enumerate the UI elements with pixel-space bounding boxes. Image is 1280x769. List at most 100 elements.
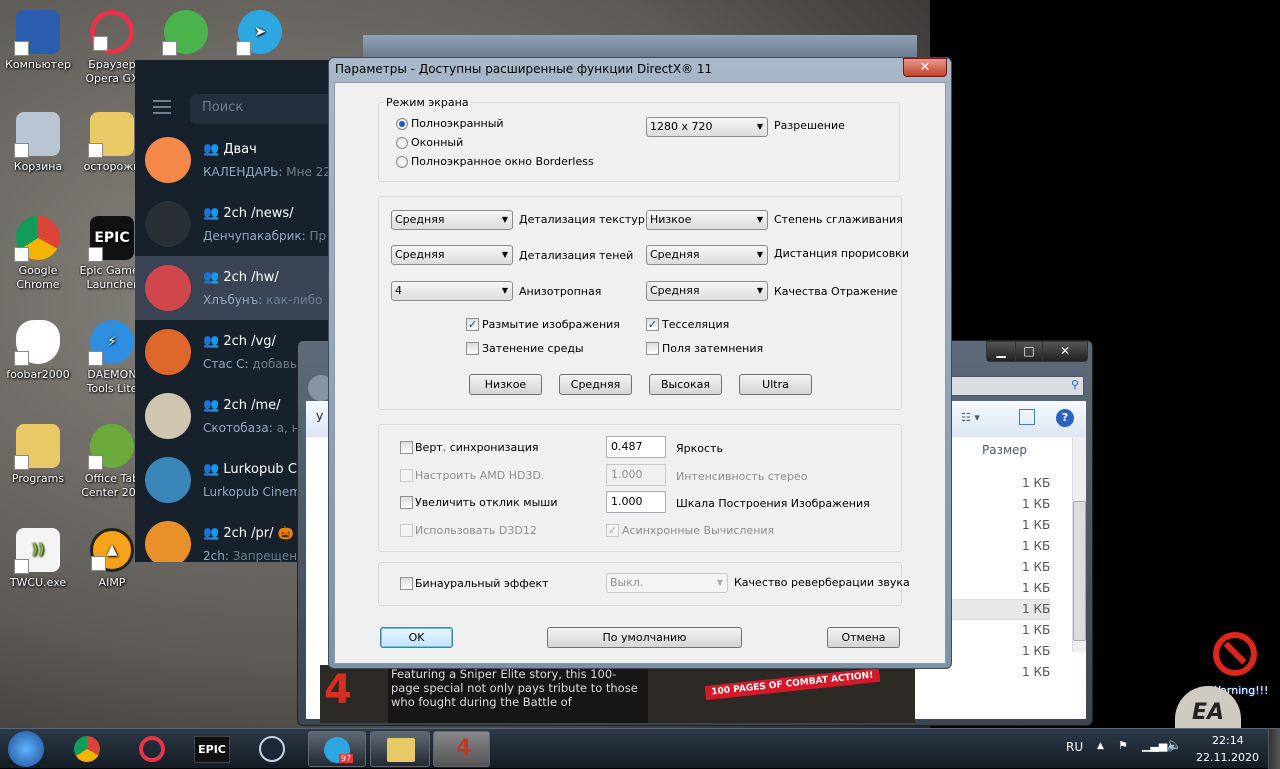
group-icon: 👥 [203,334,224,349]
render-scale-input[interactable]: 1.000 [606,491,666,513]
taskbar-epic[interactable]: EPIC [192,733,232,765]
chat-preview: как-либо [266,293,323,307]
desktop-icon-game[interactable] [148,10,224,58]
taskbar-chrome[interactable] [67,733,107,765]
chat-avatar [145,393,191,439]
chat-avatar [145,265,191,311]
desktop-icon-foobar[interactable]: foobar2000 [0,320,76,382]
draw-distance-dropdown[interactable]: Средняя [646,245,768,265]
binaural-checkbox[interactable] [400,577,413,590]
close-button[interactable]: ✕ [1042,341,1088,362]
chat-avatar [145,521,191,562]
amd-hd3d-checkbox[interactable] [400,469,413,482]
reflection-dropdown[interactable]: Средняя [646,281,768,301]
ok-button[interactable]: OK [380,627,453,648]
radio-windowed[interactable] [396,137,408,149]
group-icon: 👥 [203,142,224,157]
antialiasing-dropdown[interactable]: Низкое [646,210,768,230]
desktop-icon-programs[interactable]: Programs [0,424,76,486]
chat-item[interactable]: 👥 2ch /hw/ Хлъбунъ: как-либо [135,256,335,320]
chat-item[interactable]: 👥 2ch /news/ Денчупакабрик: Пр [135,192,335,256]
network-signal-icon[interactable]: ▁▃▅ [1142,739,1167,752]
taskbar-explorer[interactable] [370,731,430,767]
async-compute-checkbox[interactable]: ✓ [606,524,619,537]
game-banner: 4 Featuring a Sniper Elite story, this 1… [320,665,915,723]
chat-preview: Пр [309,229,327,243]
texture-dropdown[interactable]: Средняя [391,210,513,230]
aimp-icon: ▲ [90,528,134,572]
language-indicator[interactable]: RU [1066,740,1083,754]
cancel-button[interactable]: Отмена [827,627,900,648]
group-icon: 👥 [203,526,224,541]
preview-pane-icon[interactable] [1019,409,1035,425]
chat-name: 2ch /pr/ 🎃 [223,526,294,541]
file-size: 1 КБ [1022,644,1051,658]
chat-avatar [145,201,191,247]
taskbar-opera[interactable] [132,733,172,765]
column-header-size[interactable]: Размер [982,443,1027,457]
epic-icon: EPIC [194,735,230,763]
minimize-button[interactable]: ▁ [986,341,1016,362]
maximize-button[interactable]: □ [1015,341,1043,362]
computer-icon [14,10,60,56]
chat-item[interactable]: 👥 Двач КАЛЕНДАРЬ: Мне 22 [135,128,335,192]
foobar-icon [14,320,60,366]
screen-mode-legend: Режим экрана [384,96,471,109]
radio-borderless[interactable] [396,156,408,168]
desktop-icon-telegram[interactable]: ➤ [222,10,298,58]
chat-name: 2ch /me/ [223,398,281,413]
blur-checkbox[interactable]: ✓ [466,318,479,331]
group-icon: 👥 [203,462,224,477]
radio-fullscreen[interactable] [396,118,408,130]
resolution-dropdown[interactable]: 1280 x 720 [646,117,768,137]
chat-sender: КАЛЕНДАРЬ: [203,165,283,179]
desktop-icon-chrome[interactable]: Google Chrome [0,216,76,292]
chat-avatar [145,457,191,503]
desktop-icon-twcu[interactable]: )) TWCU.exe [0,528,76,590]
tray-expand-icon[interactable]: ▲ [1097,741,1104,751]
view-icon[interactable]: ☷ ▾ [961,411,980,424]
reverb-dropdown[interactable]: Выкл. [606,573,728,593]
clock-date[interactable]: 22.11.2020 [1196,751,1259,764]
defaults-button[interactable]: По умолчанию [547,627,742,648]
anisotropic-dropdown[interactable]: 4 [391,281,513,301]
taskbar-telegram[interactable]: 97 [308,731,366,767]
scrollbar[interactable] [1072,437,1086,652]
taskbar-steam[interactable] [252,733,292,765]
stereo-input[interactable]: 1.000 [606,464,666,486]
tessellation-checkbox[interactable]: ✓ [646,318,659,331]
folder-icon [88,112,134,158]
preset-high-button[interactable]: Высокая [649,374,722,395]
d3d12-checkbox[interactable] [400,524,413,537]
chat-sender: Хлъбунъ: [203,293,263,307]
preset-low-button[interactable]: Низкое [469,374,542,395]
vsync-checkbox[interactable] [400,441,413,454]
preset-ultra-button[interactable]: Ultra [739,374,812,395]
search-box[interactable]: ⚲ [948,376,1084,396]
desktop-icon-recycle[interactable]: Корзина [0,112,76,174]
brightness-input[interactable]: 0.487 [606,436,666,458]
dialog-close-button[interactable]: ✕ [903,58,947,77]
action-center-flag-icon[interactable]: ⚑ [1118,739,1128,752]
chat-name: Двач [223,142,257,157]
shadows-dropdown[interactable]: Средняя [391,245,513,265]
volume-icon[interactable]: 🔈 [1166,738,1182,753]
desktop-icon-computer[interactable]: Компьютер [0,10,76,72]
clock-time[interactable]: 22:14 [1212,734,1244,747]
taskbar-game[interactable]: 4 [433,731,490,767]
start-button[interactable] [8,731,44,767]
chat-sender: Денчупакабрик: [203,229,306,243]
ambient-occlusion-checkbox[interactable] [466,342,479,355]
search-input[interactable]: Поиск [190,94,335,124]
show-desktop-button[interactable] [1268,729,1280,769]
epic-icon: EPIC [88,216,134,262]
file-size: 1 КБ [1022,665,1051,679]
depth-of-field-checkbox[interactable] [646,342,659,355]
warning-icon[interactable] [1213,632,1257,676]
preset-medium-button[interactable]: Средняя [559,374,632,395]
menu-icon[interactable] [153,100,171,114]
group-icon: 👥 [203,206,224,221]
mouse-response-checkbox[interactable] [400,496,413,509]
group-icon: 👥 [203,270,224,285]
help-icon[interactable]: ? [1056,409,1074,427]
